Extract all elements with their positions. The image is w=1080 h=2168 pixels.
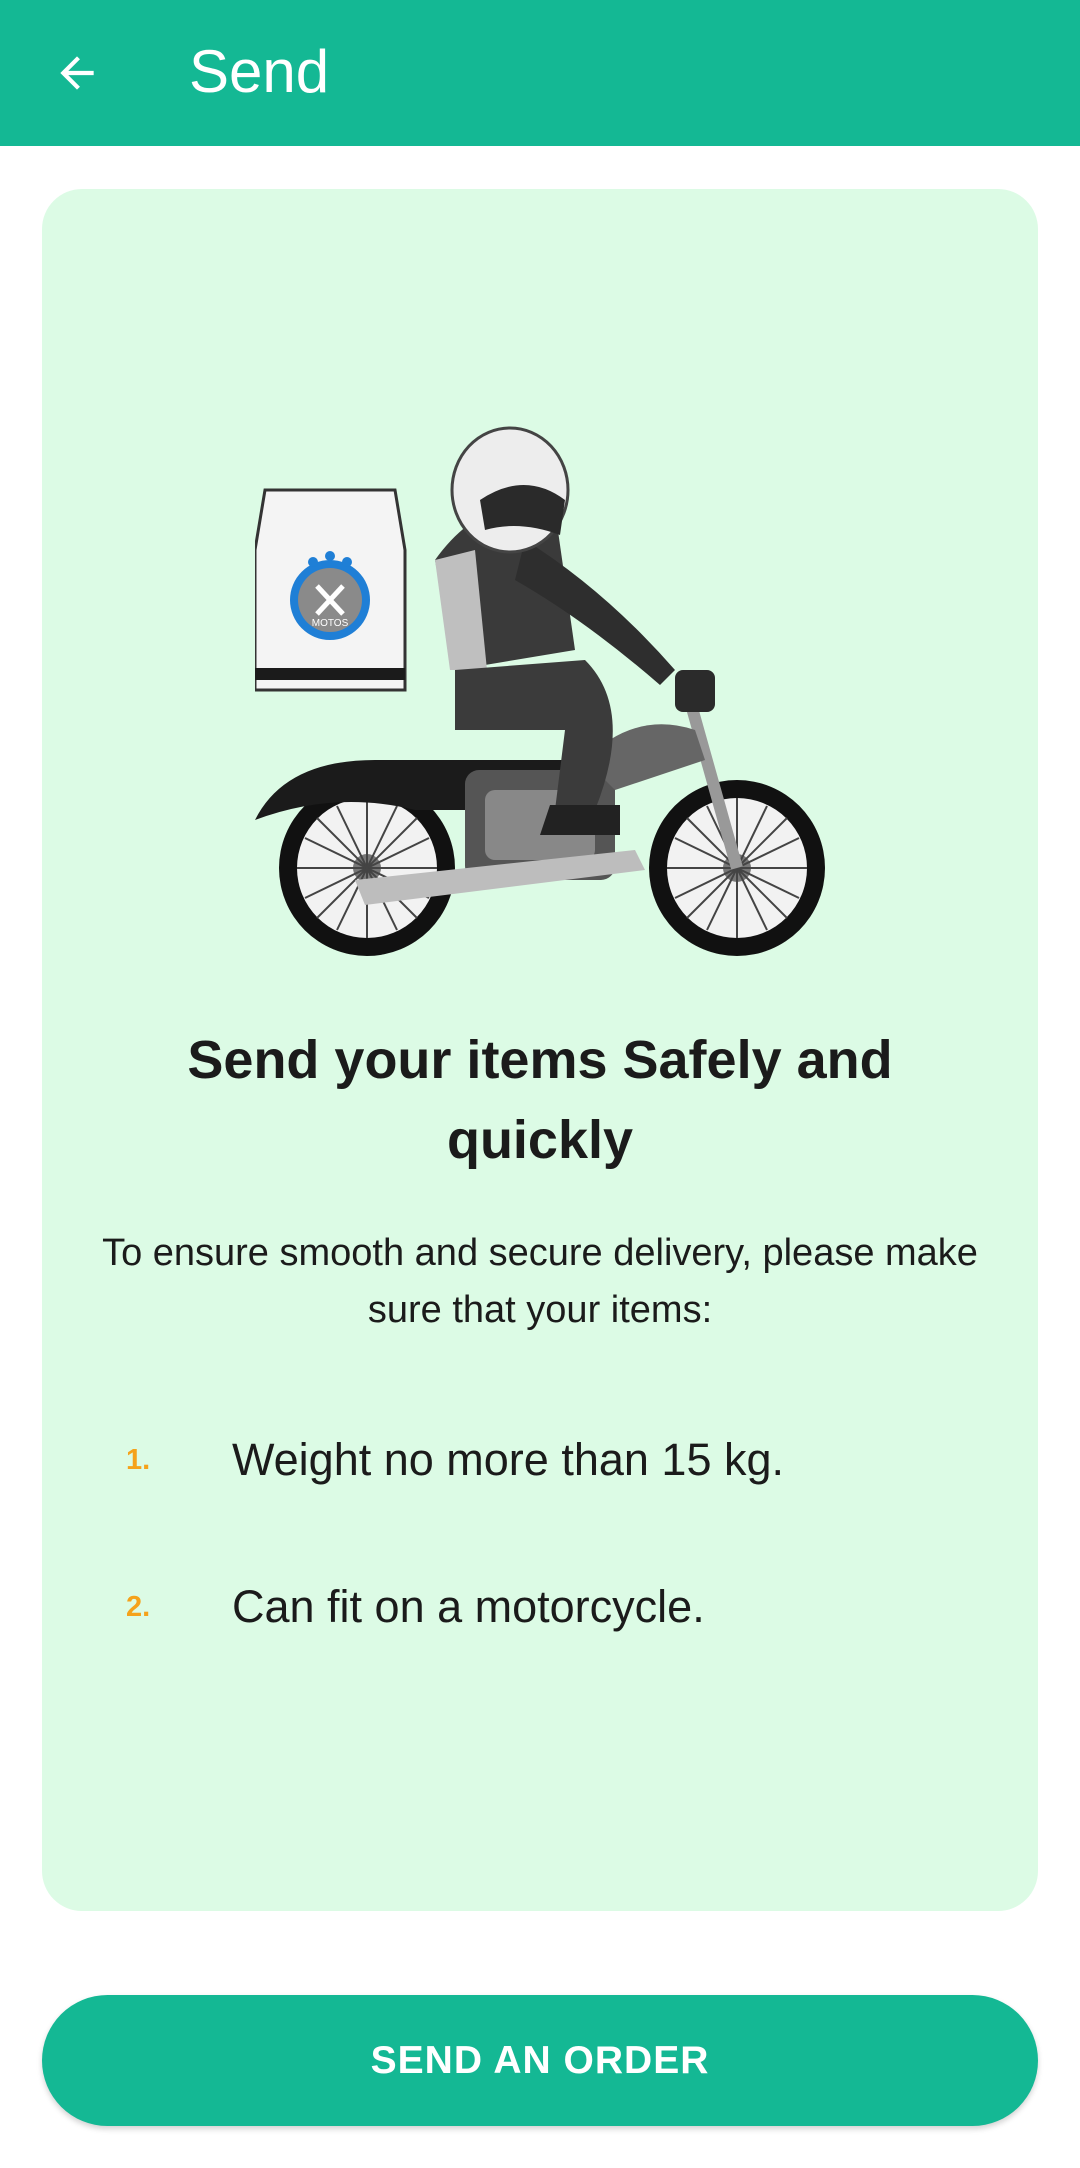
requirement-item-2: 2. Can fit on a motorcycle. xyxy=(126,1567,1006,1647)
requirement-number: 2. xyxy=(126,1591,151,1623)
app-bar: Send xyxy=(0,0,1080,146)
back-button[interactable] xyxy=(32,28,122,118)
send-order-button[interactable]: SEND AN ORDER xyxy=(42,1995,1038,2126)
page-title: Send xyxy=(189,38,330,105)
requirement-item-1: 1. Weight no more than 15 kg. xyxy=(126,1420,1006,1500)
delivery-motorcycle-illustration: MOTOS xyxy=(255,426,825,956)
requirement-text: Can fit on a motorcycle. xyxy=(232,1581,705,1632)
headline: Send your items Safely and quickly xyxy=(187,1030,893,1170)
requirement-number: 1. xyxy=(126,1444,151,1476)
delivery-box: MOTOS xyxy=(255,488,407,692)
arrow-left-icon xyxy=(60,56,94,90)
subtext: To ensure smooth and secure delivery, pl… xyxy=(102,1232,978,1331)
send-order-label: SEND AN ORDER xyxy=(370,2038,710,2082)
rider-helmet xyxy=(450,426,570,554)
box-brand-text: MOTOS xyxy=(312,618,349,629)
requirement-text: Weight no more than 15 kg. xyxy=(232,1434,784,1485)
